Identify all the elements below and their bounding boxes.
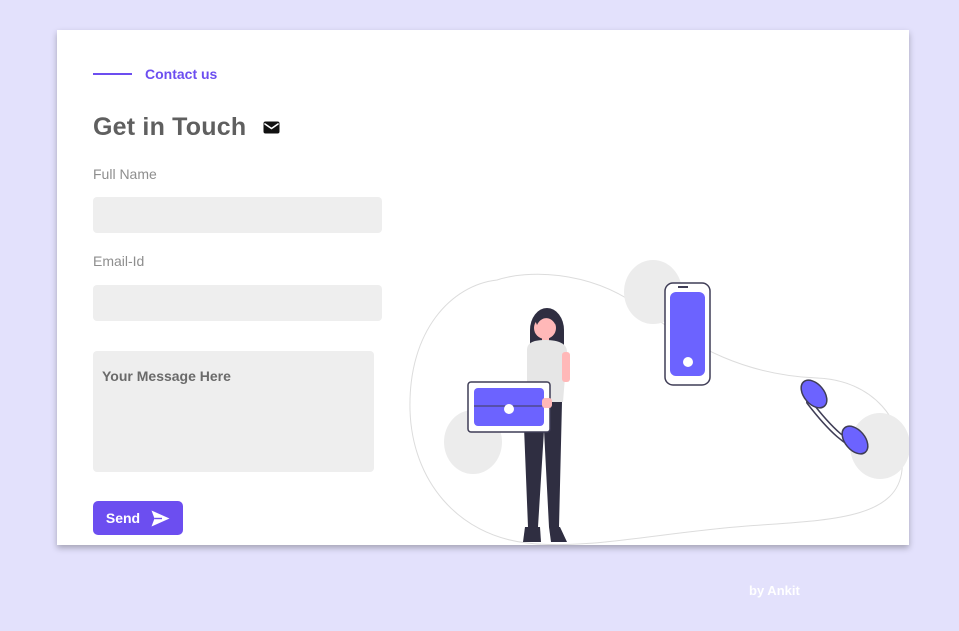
envelope-icon: [263, 121, 280, 134]
full-name-input[interactable]: [93, 197, 382, 233]
paper-plane-icon: [151, 510, 170, 526]
grey-circle: [850, 413, 909, 479]
eyebrow-label: Contact us: [145, 66, 218, 82]
email-input[interactable]: [93, 285, 382, 321]
email-label: Email-Id: [93, 253, 145, 269]
send-button-label: Send: [105, 510, 141, 526]
grey-circle: [444, 410, 502, 474]
page-heading: Get in Touch: [93, 113, 280, 142]
blob-outline: [409, 273, 903, 545]
person-figure: [523, 308, 570, 542]
footer-credit: by Ankit: [749, 583, 800, 598]
message-textarea[interactable]: [93, 351, 374, 472]
send-button[interactable]: Send: [93, 501, 183, 535]
page-title: Get in Touch: [93, 113, 247, 141]
smartphone-icon: [664, 282, 711, 386]
eyebrow-line: [93, 73, 132, 75]
briefcase-icon: [467, 381, 552, 433]
phone-handset-icon: [800, 379, 869, 455]
contact-card: Contact us Get in Touch Full Name Email-…: [57, 30, 909, 545]
full-name-label: Full Name: [93, 166, 157, 182]
grey-circle: [624, 260, 682, 324]
section-eyebrow: Contact us: [93, 66, 217, 82]
